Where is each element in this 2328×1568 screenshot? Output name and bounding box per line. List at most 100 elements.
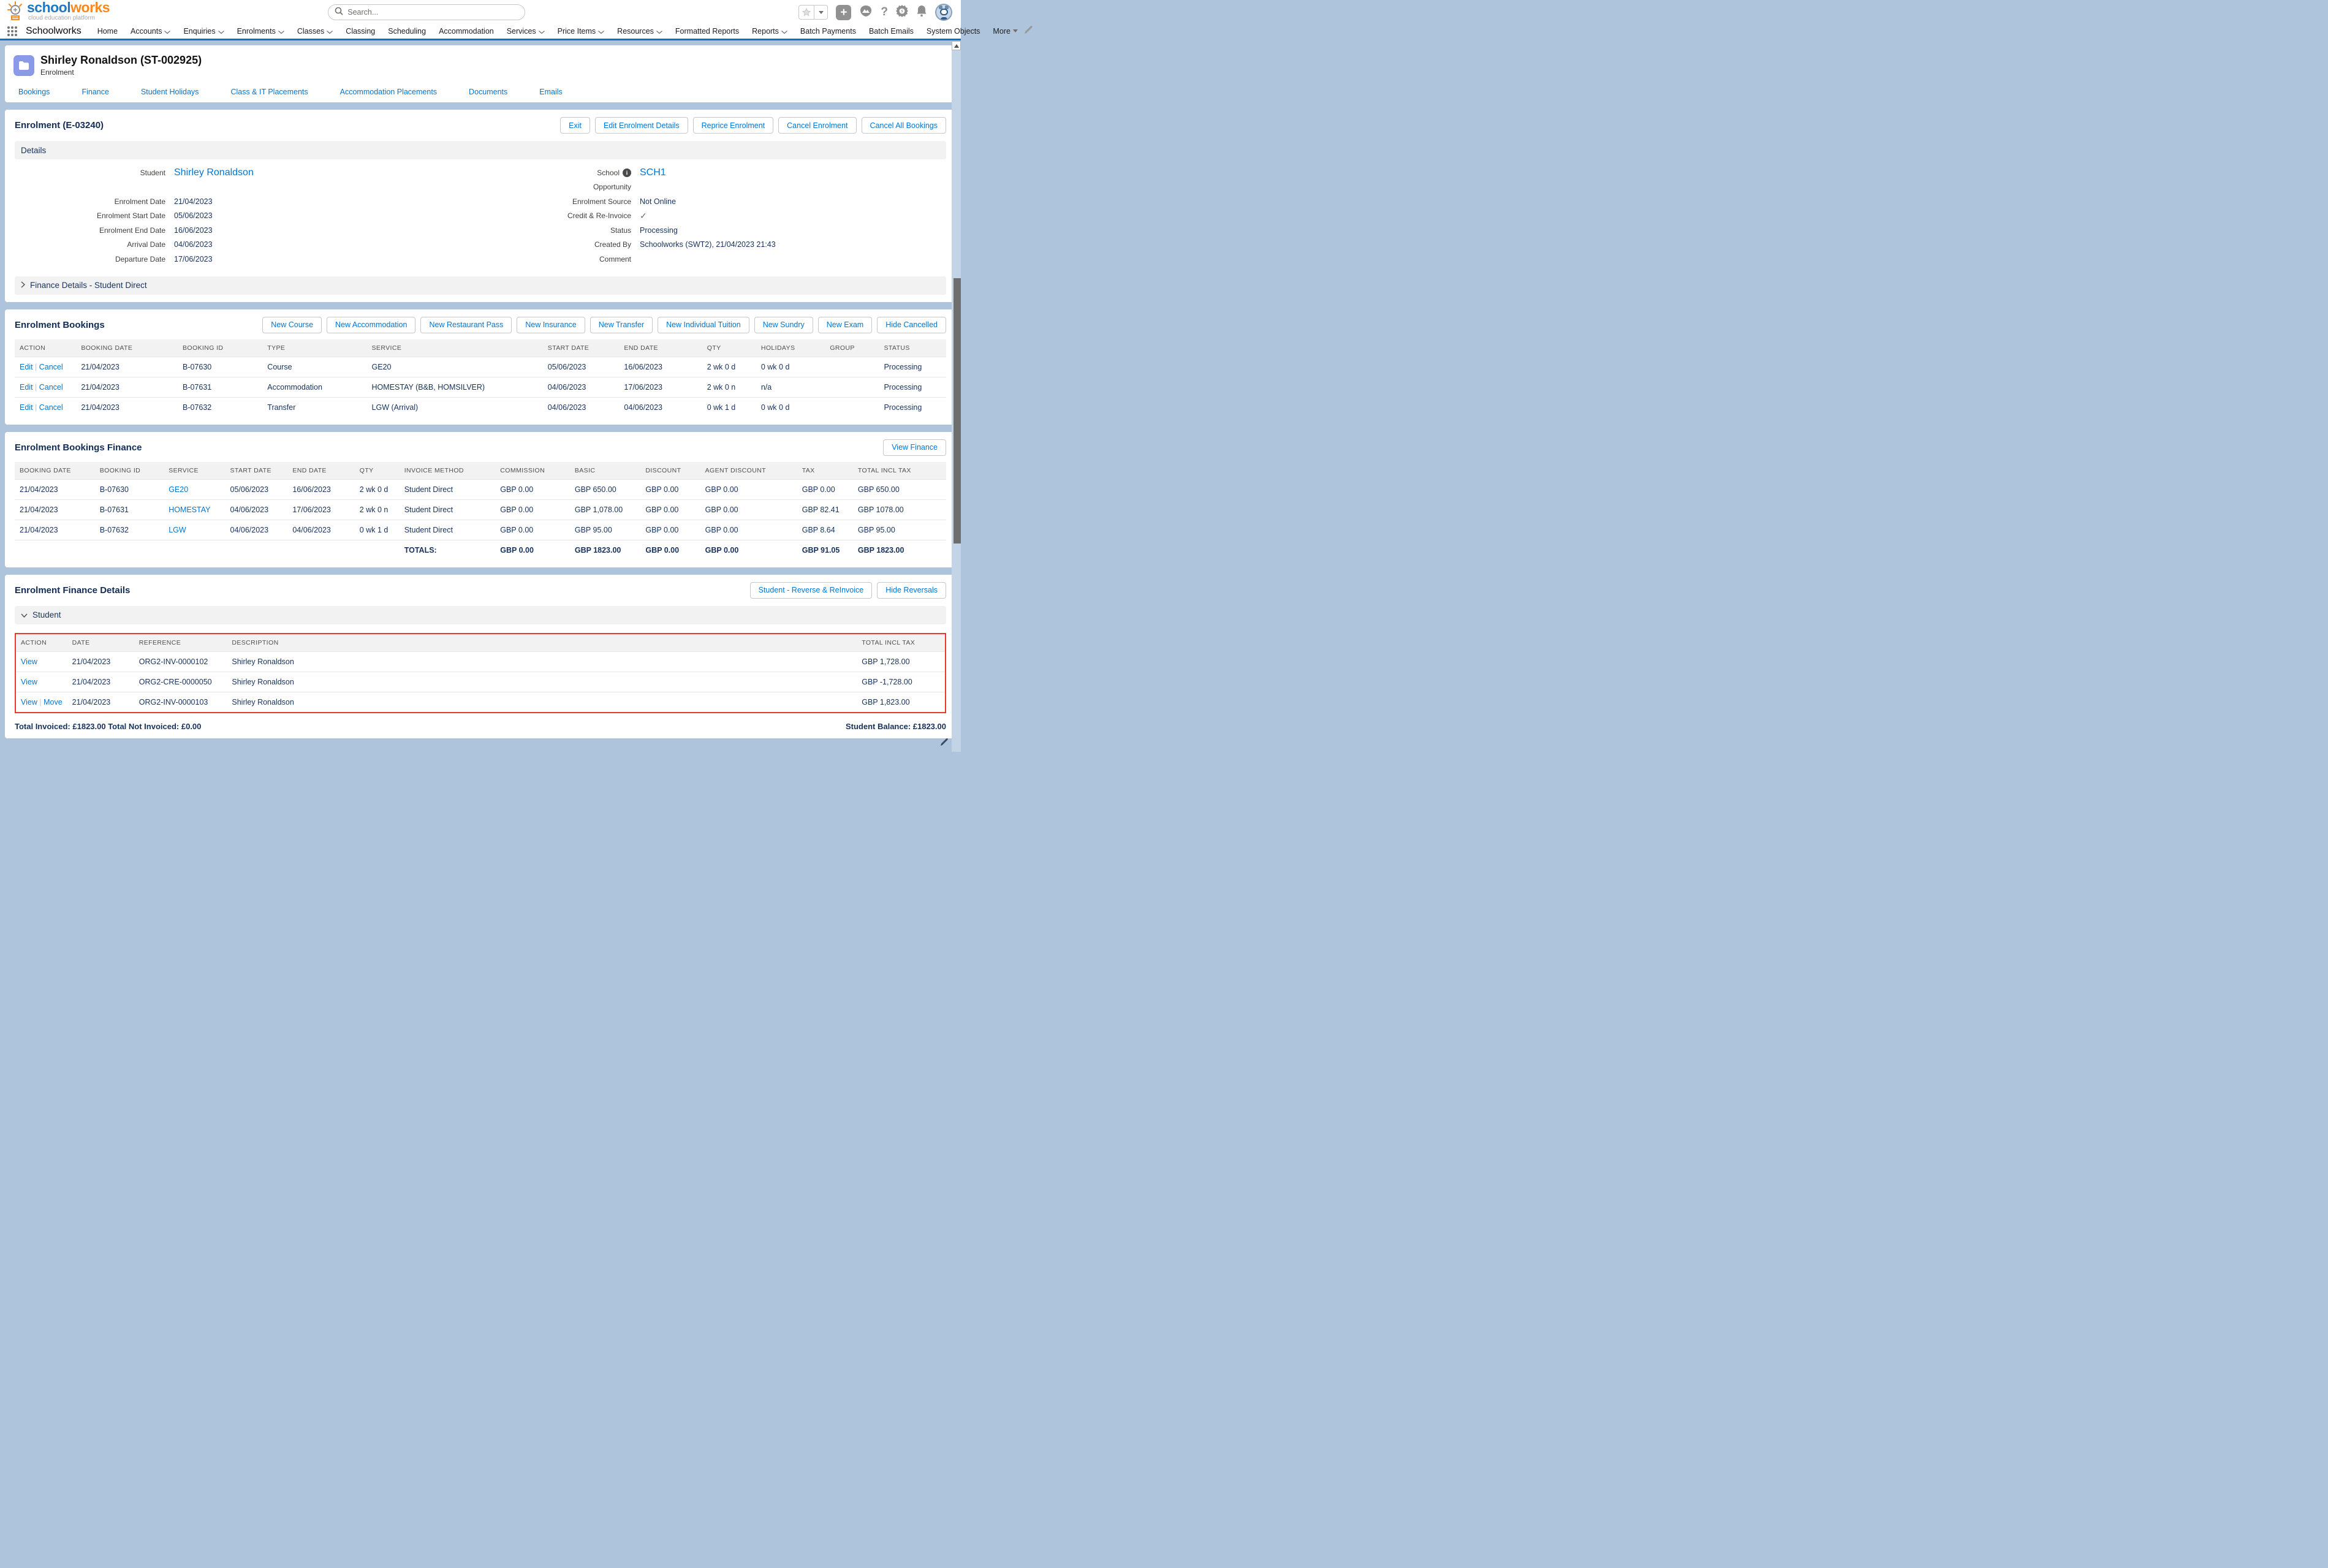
column-header-reference: REFERENCE bbox=[134, 634, 227, 652]
student-group-header[interactable]: Student bbox=[15, 606, 946, 624]
app-name[interactable]: Schoolworks bbox=[26, 26, 82, 37]
checkbox-checked-icon: ✓ bbox=[640, 211, 647, 221]
edit-enrolment-details-button[interactable]: Edit Enrolment Details bbox=[595, 117, 688, 134]
nav-item-accommodation[interactable]: Accommodation bbox=[439, 27, 494, 36]
record-tab-finance[interactable]: Finance bbox=[82, 88, 108, 96]
nav-item-home[interactable]: Home bbox=[97, 27, 118, 36]
nav-item-label: Accounts bbox=[131, 27, 162, 36]
new-sundry-button[interactable]: New Sundry bbox=[754, 317, 813, 333]
nav-item-system-objects[interactable]: System Objects bbox=[927, 27, 980, 36]
record-tab-class-it-placements[interactable]: Class & IT Placements bbox=[230, 88, 308, 96]
nav-item-reports[interactable]: Reports bbox=[752, 27, 787, 36]
field-value: Not Online bbox=[640, 197, 676, 206]
nav-item-more[interactable]: More bbox=[993, 27, 1017, 36]
column-header-action: ACTION bbox=[16, 634, 67, 652]
app-launcher-waffle-icon[interactable] bbox=[7, 26, 17, 36]
cancel-link[interactable]: Cancel bbox=[39, 403, 63, 412]
new-individual-tuition-button[interactable]: New Individual Tuition bbox=[658, 317, 749, 333]
trailhead-icon[interactable] bbox=[859, 5, 873, 20]
nav-item-price-items[interactable]: Price Items bbox=[558, 27, 605, 36]
new-restaurant-pass-button[interactable]: New Restaurant Pass bbox=[420, 317, 512, 333]
nav-item-resources[interactable]: Resources bbox=[617, 27, 662, 36]
edit-link[interactable]: Edit bbox=[20, 363, 33, 371]
info-icon[interactable]: i bbox=[623, 169, 631, 177]
finance-cell: 2 wk 0 d bbox=[355, 479, 400, 499]
new-course-button[interactable]: New Course bbox=[262, 317, 322, 333]
cancel-enrolment-button[interactable]: Cancel Enrolment bbox=[778, 117, 856, 134]
view-finance-button[interactable]: View Finance bbox=[883, 439, 946, 456]
empty-cell bbox=[226, 540, 288, 560]
nav-item-label: Reports bbox=[752, 27, 779, 36]
booking-cell: 16/06/2023 bbox=[619, 357, 702, 377]
nav-item-enrolments[interactable]: Enrolments bbox=[237, 27, 284, 36]
setup-gear-icon[interactable] bbox=[896, 5, 908, 20]
reprice-enrolment-button[interactable]: Reprice Enrolment bbox=[693, 117, 774, 134]
field-label: Student bbox=[15, 169, 165, 177]
scrollbar-thumb[interactable] bbox=[954, 278, 961, 543]
nav-item-enquiries[interactable]: Enquiries bbox=[183, 27, 224, 36]
lgw-link[interactable]: LGW bbox=[169, 526, 186, 534]
empty-cell bbox=[164, 540, 225, 560]
finance-cell: Student Direct bbox=[400, 479, 496, 499]
inline-edit-pencil-icon[interactable] bbox=[940, 738, 949, 749]
field-label-text: Departure Date bbox=[115, 255, 165, 263]
nav-item-batch-emails[interactable]: Batch Emails bbox=[869, 27, 914, 36]
sch1-link[interactable]: SCH1 bbox=[640, 167, 666, 178]
nav-item-services[interactable]: Services bbox=[507, 27, 545, 36]
new-accommodation-button[interactable]: New Accommodation bbox=[327, 317, 415, 333]
nav-item-accounts[interactable]: Accounts bbox=[131, 27, 170, 36]
finance-cell: 21/04/2023 bbox=[15, 520, 95, 540]
red-annotation-box: ACTIONDATEREFERENCEDESCRIPTIONTOTAL INCL… bbox=[15, 633, 946, 713]
scroll-up-arrow-icon[interactable] bbox=[952, 41, 961, 50]
edit-nav-pencil-icon[interactable] bbox=[1024, 25, 1033, 37]
favorites-dropdown-button[interactable] bbox=[814, 5, 828, 20]
nav-item-classing[interactable]: Classing bbox=[346, 27, 375, 36]
shirley-ronaldson-link[interactable]: Shirley Ronaldson bbox=[174, 167, 254, 178]
edit-link[interactable]: Edit bbox=[20, 383, 33, 392]
nav-item-scheduling[interactable]: Scheduling bbox=[388, 27, 426, 36]
global-search[interactable] bbox=[328, 4, 525, 20]
user-avatar[interactable] bbox=[935, 4, 952, 21]
nav-item-classes[interactable]: Classes bbox=[297, 27, 333, 36]
homestay-link[interactable]: HOMESTAY bbox=[169, 506, 210, 514]
finance-cell: GBP 95.00 bbox=[853, 520, 946, 540]
quick-create-plus-icon[interactable]: + bbox=[836, 5, 851, 20]
move-link[interactable]: Move bbox=[44, 698, 63, 706]
action-separator: | bbox=[33, 403, 39, 412]
cancel-all-bookings-button[interactable]: Cancel All Bookings bbox=[862, 117, 946, 134]
view-link[interactable]: View bbox=[21, 657, 37, 666]
student-reverse-reinvoice-button[interactable]: Student - Reverse & ReInvoice bbox=[750, 582, 873, 599]
nav-item-label: Services bbox=[507, 27, 536, 36]
cancel-link[interactable]: Cancel bbox=[39, 363, 63, 371]
help-icon[interactable]: ? bbox=[881, 6, 888, 19]
hide-cancelled-button[interactable]: Hide Cancelled bbox=[877, 317, 946, 333]
record-tab-student-holidays[interactable]: Student Holidays bbox=[141, 88, 199, 96]
favorites-star-button[interactable] bbox=[798, 5, 814, 20]
exit-button[interactable]: Exit bbox=[560, 117, 590, 134]
record-tab-emails[interactable]: Emails bbox=[539, 88, 563, 96]
cancel-link[interactable]: Cancel bbox=[39, 383, 63, 392]
field-row-enrolment-source: Enrolment SourceNot Online bbox=[480, 194, 946, 209]
field-label-text: Student bbox=[140, 169, 165, 177]
new-insurance-button[interactable]: New Insurance bbox=[517, 317, 585, 333]
view-link[interactable]: View bbox=[21, 698, 37, 706]
search-input[interactable] bbox=[347, 8, 518, 17]
nav-item-batch-payments[interactable]: Batch Payments bbox=[800, 27, 856, 36]
record-tab-bookings[interactable]: Bookings bbox=[18, 88, 50, 96]
field-label-text: Created By bbox=[594, 240, 631, 249]
hide-reversals-button[interactable]: Hide Reversals bbox=[877, 582, 946, 599]
ge20-link[interactable]: GE20 bbox=[169, 485, 188, 494]
action-links: View bbox=[21, 657, 37, 666]
vertical-scrollbar[interactable] bbox=[952, 41, 961, 752]
action-separator: | bbox=[37, 698, 44, 706]
new-transfer-button[interactable]: New Transfer bbox=[590, 317, 653, 333]
record-tab-accommodation-placements[interactable]: Accommodation Placements bbox=[340, 88, 437, 96]
nav-item-label: Scheduling bbox=[388, 27, 426, 36]
edit-link[interactable]: Edit bbox=[20, 403, 33, 412]
notifications-bell-icon[interactable] bbox=[916, 5, 927, 20]
new-exam-button[interactable]: New Exam bbox=[818, 317, 872, 333]
nav-item-formatted-reports[interactable]: Formatted Reports bbox=[675, 27, 739, 36]
record-tab-documents[interactable]: Documents bbox=[469, 88, 507, 96]
finance-details-collapsed-section[interactable]: Finance Details - Student Direct bbox=[15, 276, 946, 295]
view-link[interactable]: View bbox=[21, 678, 37, 686]
